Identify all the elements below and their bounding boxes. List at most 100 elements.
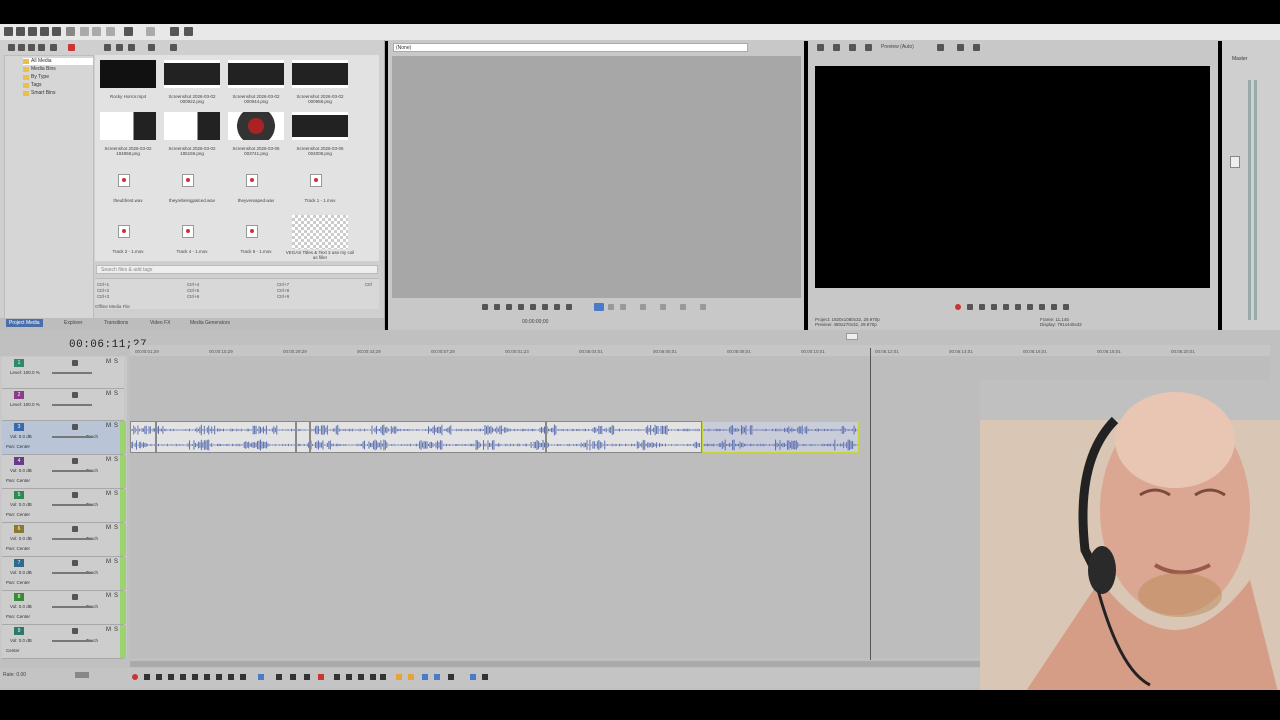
record-icon[interactable] (955, 304, 961, 310)
play-icon[interactable] (104, 44, 111, 51)
track-fx-icon[interactable] (72, 526, 78, 532)
pause-icon[interactable] (180, 674, 186, 680)
tab-video-fx[interactable]: Video FX (150, 320, 170, 326)
overlays-icon[interactable] (849, 44, 856, 51)
split-screen-icon[interactable] (833, 44, 840, 51)
media-item[interactable]: theyvereaped.wav (224, 164, 288, 212)
solo-button[interactable]: S (114, 627, 118, 633)
trimmer-view[interactable] (392, 56, 801, 298)
shortcut[interactable]: Ctrl+8 (277, 288, 289, 293)
tab-project-media[interactable]: Project Media (6, 319, 43, 327)
next-frame-icon[interactable] (240, 674, 246, 680)
track-header[interactable]: 3 Vol: 0.0 dB Pan: Center Touch M S (2, 421, 126, 455)
track-level-slider[interactable] (52, 538, 92, 540)
paste-icon[interactable] (92, 27, 101, 36)
autopreview-icon[interactable] (128, 44, 135, 51)
play-from-start-icon[interactable] (156, 674, 162, 680)
mute-button[interactable]: M (106, 491, 111, 497)
track-header[interactable]: 6 Vol: 0.0 dB Pan: Center Touch M S (2, 523, 126, 557)
marker-icon[interactable] (396, 674, 402, 680)
media-item[interactable]: Screenshot 2026-03-05 003741.png (224, 112, 288, 160)
track-fx-icon[interactable] (72, 458, 78, 464)
shortcut[interactable]: Ctrl+6 (187, 294, 199, 299)
solo-button[interactable]: S (114, 593, 118, 599)
track-level-slider[interactable] (52, 606, 92, 608)
solo-button[interactable]: S (114, 423, 118, 429)
tab-media-generators[interactable]: Media Generators (190, 320, 230, 326)
go-to-end-icon[interactable] (566, 304, 572, 310)
play-icon[interactable] (506, 304, 512, 310)
track-level-slider[interactable] (52, 372, 92, 374)
get-media-icon[interactable] (28, 44, 35, 51)
event-grouping-icon[interactable] (470, 674, 476, 680)
tree-item[interactable]: All Media (23, 58, 93, 65)
loop-icon[interactable] (482, 304, 488, 310)
track-level-slider[interactable] (52, 640, 92, 642)
properties-icon[interactable] (40, 27, 49, 36)
trim-icon[interactable] (334, 674, 340, 680)
go-to-end-icon[interactable] (216, 674, 222, 680)
track-fx-icon[interactable] (72, 360, 78, 366)
tree-item[interactable]: By Type (23, 74, 93, 81)
loop-icon[interactable] (967, 304, 973, 310)
shortcut[interactable]: Ctrl+1 (97, 282, 109, 287)
fx-icon[interactable] (50, 44, 57, 51)
solo-button[interactable]: S (114, 457, 118, 463)
media-item[interactable]: Screenshot 2026-03-05 004008.png (288, 112, 352, 160)
prev-frame-icon[interactable] (1039, 304, 1045, 310)
mute-button[interactable]: M (106, 593, 111, 599)
loop-region-marker[interactable] (846, 333, 858, 340)
set-in-out-icon[interactable] (594, 303, 604, 311)
redo-icon[interactable] (146, 27, 155, 36)
grid-icon[interactable] (973, 44, 980, 51)
shortcut[interactable]: Ctrl+9 (277, 294, 289, 299)
track-fx-icon[interactable] (72, 560, 78, 566)
trimmer-media-select[interactable]: (None) (393, 43, 748, 52)
media-item[interactable]: VEGAS Titles & Text 3 use my coil as fil… (286, 215, 354, 263)
next-frame-icon[interactable] (554, 304, 560, 310)
audio-event[interactable] (156, 421, 296, 453)
media-item[interactable]: theubfrest.wav (96, 164, 160, 212)
marker-icon[interactable] (660, 304, 666, 310)
save-icon[interactable] (28, 27, 37, 36)
cut-icon[interactable] (66, 27, 75, 36)
normal-edit-tool-icon[interactable] (258, 674, 264, 680)
stop-icon[interactable] (1015, 304, 1021, 310)
track-header[interactable]: 2 Level: 100.0 % M S (2, 389, 124, 421)
tree-item[interactable]: Media Bins (23, 66, 93, 73)
audio-event[interactable] (310, 421, 546, 453)
preview-quality-select[interactable]: Preview (Auto) (881, 44, 914, 50)
tree-item[interactable]: Tags (23, 82, 93, 89)
audio-event[interactable] (296, 421, 310, 453)
render-icon[interactable] (52, 27, 61, 36)
tab-explorer[interactable]: Explorer (64, 320, 83, 326)
master-fader[interactable] (1230, 156, 1240, 168)
track-fx-icon[interactable] (72, 392, 78, 398)
track-level-slider[interactable] (52, 404, 92, 406)
mute-button[interactable]: M (106, 359, 111, 365)
import-icon[interactable] (8, 44, 15, 51)
remove-icon[interactable] (68, 44, 75, 51)
capture-icon[interactable] (18, 44, 25, 51)
audio-event[interactable] (130, 421, 156, 453)
snap-icon[interactable] (170, 27, 179, 36)
lock-icon[interactable] (380, 674, 386, 680)
shortcut[interactable]: Ctrl+2 (97, 288, 109, 293)
go-to-end-icon[interactable] (1063, 304, 1069, 310)
stop-icon[interactable] (116, 44, 123, 51)
media-item[interactable]: Screenshot 2026-03-02 000958.png (288, 60, 352, 108)
external-monitor-icon[interactable] (865, 44, 872, 51)
track-level-slider[interactable] (52, 470, 92, 472)
playhead-cursor[interactable] (870, 348, 871, 660)
split-icon[interactable] (640, 304, 646, 310)
go-to-start-icon[interactable] (1027, 304, 1033, 310)
track-header[interactable]: 8 Vol: 0.0 dB Pan: Center Touch M S (2, 591, 126, 625)
shortcut[interactable]: Ctrl (365, 282, 372, 287)
web-icon[interactable] (38, 44, 45, 51)
delete-icon[interactable] (318, 674, 324, 680)
open-icon[interactable] (16, 27, 25, 36)
tab-transitions[interactable]: Transitions (104, 320, 128, 326)
solo-button[interactable]: S (114, 391, 118, 397)
play-icon[interactable] (168, 674, 174, 680)
next-frame-icon[interactable] (1051, 304, 1057, 310)
